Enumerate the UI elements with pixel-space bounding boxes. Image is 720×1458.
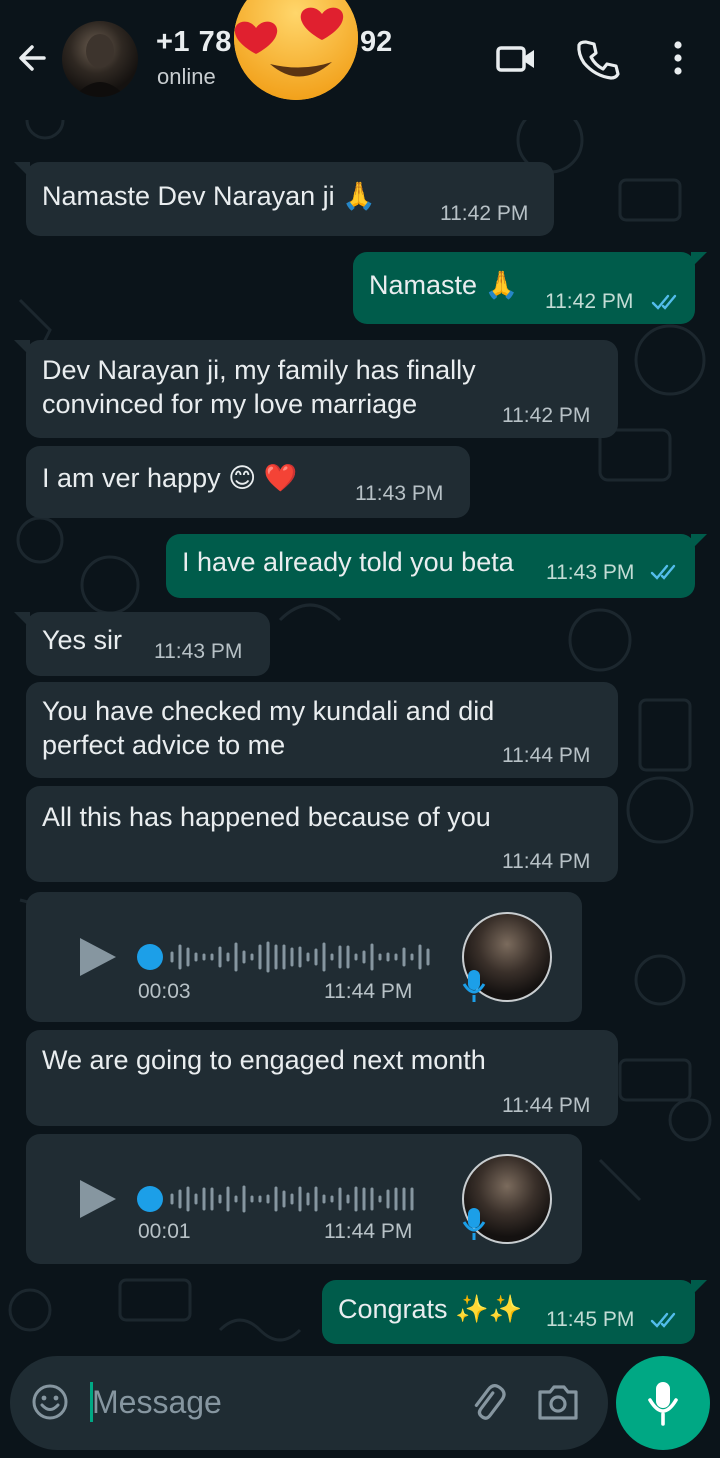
bubble-tail: [14, 612, 30, 628]
chat-header: +1 78 92 online: [0, 0, 720, 120]
voice-duration: 00:03: [138, 980, 191, 1003]
message-text-line2: convinced for my love marriage: [42, 389, 418, 419]
message-input[interactable]: Message: [92, 1384, 222, 1421]
camera-icon[interactable]: [536, 1382, 580, 1422]
message-time: 11:44 PM: [324, 1220, 413, 1243]
bubble-tail: [691, 534, 707, 550]
message-text: Congrats ✨✨: [338, 1294, 523, 1324]
message-time: 11:43 PM: [546, 561, 635, 584]
phone-icon[interactable]: [576, 36, 620, 80]
message-text: I have already told you beta: [182, 547, 514, 577]
message-time: 11:44 PM: [502, 1094, 591, 1117]
more-options-icon[interactable]: [656, 36, 700, 80]
heart-eyes-emoji-icon: [226, 0, 366, 102]
emoji-icon[interactable]: [30, 1382, 70, 1422]
voice-record-button[interactable]: [616, 1356, 710, 1450]
bubble-tail: [691, 1280, 707, 1296]
message-text: We are going to engaged next month: [42, 1045, 486, 1075]
bubble-tail: [691, 252, 707, 268]
message-bubble-outgoing[interactable]: I have already told you beta 11:43 PM: [166, 534, 707, 598]
message-time: 11:44 PM: [502, 744, 591, 767]
message-time: 11:42 PM: [502, 404, 591, 427]
voice-waveform[interactable]: [136, 1182, 446, 1216]
message-text: I am ver happy 😊 ❤️: [42, 463, 298, 493]
message-bubble-incoming[interactable]: Namaste Dev Narayan ji 🙏 11:42 PM: [14, 162, 554, 236]
message-bubble-incoming[interactable]: I am ver happy 😊 ❤️ 11:43 PM: [26, 446, 470, 518]
message-bubble-incoming[interactable]: We are going to engaged next month 11:44…: [26, 1030, 618, 1126]
message-time: 11:43 PM: [355, 482, 444, 505]
contact-name[interactable]: +1 78: [156, 26, 232, 59]
voice-waveform[interactable]: [136, 940, 446, 974]
read-receipt-icon: [651, 292, 683, 312]
back-arrow-icon[interactable]: [14, 40, 50, 76]
message-text: Namaste Dev Narayan ji 🙏: [42, 181, 376, 211]
message-text: Namaste 🙏: [369, 270, 519, 300]
microphone-icon: [646, 1380, 680, 1426]
message-text-line1: You have checked my kundali and did: [42, 696, 495, 726]
message-time: 11:43 PM: [154, 640, 243, 663]
message-text: Yes sir: [42, 625, 123, 655]
message-text-line1: Dev Narayan ji, my family has finally: [42, 355, 476, 385]
message-time: 11:42 PM: [545, 290, 634, 313]
contact-status: online: [157, 64, 216, 89]
microphone-icon: [460, 968, 488, 1004]
message-text: All this has happened because of you: [42, 802, 491, 832]
bubble-tail: [14, 340, 30, 356]
message-bubble-incoming[interactable]: Dev Narayan ji, my family has finally co…: [14, 340, 618, 438]
message-text-line2: perfect advice to me: [42, 730, 286, 760]
message-bubble-outgoing[interactable]: Namaste 🙏 11:42 PM: [353, 252, 707, 324]
bubble-tail: [14, 162, 30, 178]
voice-message-bubble[interactable]: 00:01 11:44 PM: [26, 1134, 582, 1264]
read-receipt-icon: [650, 562, 682, 582]
contact-avatar[interactable]: [62, 21, 138, 97]
play-icon[interactable]: [76, 1178, 118, 1220]
message-bubble-outgoing[interactable]: Congrats ✨✨ 11:45 PM: [322, 1280, 707, 1344]
message-time: 11:42 PM: [440, 202, 529, 225]
message-bubble-incoming[interactable]: Yes sir 11:43 PM: [14, 612, 270, 676]
message-bubble-incoming[interactable]: You have checked my kundali and did perf…: [26, 682, 618, 778]
microphone-icon: [460, 1206, 488, 1242]
voice-duration: 00:01: [138, 1220, 191, 1243]
message-bubble-incoming[interactable]: All this has happened because of you 11:…: [26, 786, 618, 882]
message-time: 11:45 PM: [546, 1308, 635, 1331]
voice-message-bubble[interactable]: 00:03 11:44 PM: [26, 892, 582, 1022]
play-icon[interactable]: [76, 936, 118, 978]
attach-icon[interactable]: [464, 1380, 508, 1424]
read-receipt-icon: [650, 1310, 682, 1330]
message-time: 11:44 PM: [324, 980, 413, 1003]
video-call-icon[interactable]: [494, 36, 538, 80]
message-input-bar[interactable]: Message: [10, 1356, 608, 1450]
message-time: 11:44 PM: [502, 850, 591, 873]
